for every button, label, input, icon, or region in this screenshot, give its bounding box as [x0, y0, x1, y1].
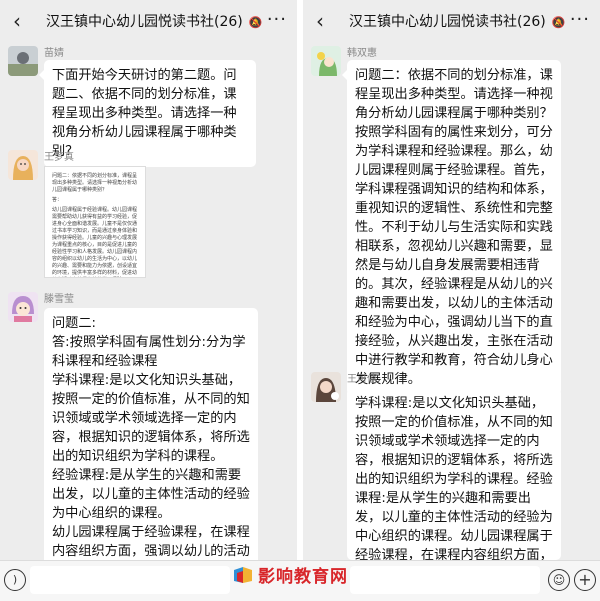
sender-name: 王可僖	[347, 374, 377, 385]
chat-header: ‹ 汉王镇中心幼儿园悦读书社(26) 🔕 ···	[0, 0, 297, 42]
message-line: 经验课程:是从学生的兴趣和需要出发，以儿童的主体性活动的经验为中心组织的课程。	[52, 468, 250, 521]
chat-title-text: 汉王镇中心幼儿园悦读书社(26)	[349, 14, 546, 30]
chat-header: ‹ 汉王镇中心幼儿园悦读书社(26) 🔕 ···	[303, 0, 600, 42]
message-text: 问题二：依据不同的划分标准，课程呈现出多种类型。请选择一种视角分析幼儿园课程属于…	[355, 68, 553, 387]
back-icon[interactable]: ‹	[6, 9, 28, 33]
message-bubble[interactable]: 下面开始今天研讨的第二题。问题二、依据不同的划分标准，课程呈现出多种类型。请选择…	[39, 60, 256, 167]
sender-name: 苗婧	[44, 48, 64, 59]
watermark-logo-icon	[234, 566, 252, 583]
chat-title: 汉王镇中心幼儿园悦读书社(26) 🔕	[46, 11, 262, 31]
message-bubble[interactable]: 问题二: 答:按照学科固有属性划分:分为学科课程和经验课程 学科课程:是以文化知…	[44, 308, 258, 560]
plus-icon[interactable]: +	[574, 569, 596, 591]
emoji-icon[interactable]: ☺	[548, 569, 570, 591]
message-text: 下面开始今天研讨的第二题。问题二、依据不同的划分标准，课程呈现出多种类型。请选择…	[52, 68, 237, 159]
avatar[interactable]	[311, 372, 341, 402]
left-chat-pane: ‹ 汉王镇中心幼儿园悦读书社(26) 🔕 ··· 苗婧 下面开始今天研讨的第二题。…	[0, 0, 297, 560]
message-bubble[interactable]: 学科课程:是以文化知识头基础，按照一定的价值标准，从不同的知识领域或学术领域选择…	[347, 388, 561, 560]
message-text: 学科课程:是以文化知识头基础，按照一定的价值标准，从不同的知识领域或学术领域选择…	[355, 396, 553, 560]
watermark: 影响教育网	[232, 562, 348, 587]
right-chat-pane: ‹ 汉王镇中心幼儿园悦读书社(26) 🔕 ··· 韩双惠 问题二：依据不同的划分标…	[303, 0, 600, 560]
chat-title: 汉王镇中心幼儿园悦读书社(26) 🔕	[349, 11, 565, 31]
watermark-text: 影响教育网	[258, 567, 348, 587]
message-line: 学科课程:是以文化知识头基础，按照一定的价值标准，从不同的知识领域或学术领域选择…	[52, 373, 250, 464]
message-image[interactable]: 问题二：依据不同的划分标准，课程呈现出多种类型。请选择一种视角分析幼儿园课程属于…	[44, 166, 146, 278]
message-input-right[interactable]	[350, 566, 540, 594]
back-icon[interactable]: ‹	[309, 9, 331, 33]
message-line: 问题二:	[52, 316, 97, 331]
image-text-question: 问题二：依据不同的划分标准，课程呈现出多种类型。请选择一种视角分析幼儿园课程属于…	[52, 173, 138, 193]
image-text-answer: 幼儿园课程属于经验课程。幼儿园课程需要帮助幼儿获得有益的学习经验，促进身心全面和…	[52, 207, 138, 276]
sender-name: 韩双惠	[347, 48, 377, 59]
message-bubble[interactable]: 问题二：依据不同的划分标准，课程呈现出多种类型。请选择一种视角分析幼儿园课程属于…	[342, 60, 561, 395]
avatar[interactable]	[8, 292, 38, 322]
message-line: 幼儿园课程属于经验课程，在课程内容组织方面，强调以幼儿的活动为中心，以幼儿的兴趣…	[52, 525, 250, 559]
voice-icon[interactable]: )	[4, 569, 26, 591]
avatar[interactable]	[8, 46, 38, 76]
message-input[interactable]	[30, 566, 230, 594]
avatar[interactable]	[311, 46, 341, 76]
more-icon[interactable]: ···	[570, 9, 590, 30]
more-icon[interactable]: ···	[267, 9, 287, 30]
chat-title-text: 汉王镇中心幼儿园悦读书社(26)	[46, 14, 243, 30]
avatar[interactable]	[8, 150, 38, 180]
bell-muted-icon: 🔕	[248, 16, 263, 29]
image-text-answer-label: 答：	[52, 197, 63, 203]
sender-name: 滕雪莹	[44, 294, 74, 305]
sender-name: 王梦真	[44, 152, 74, 163]
bell-muted-icon: 🔕	[551, 16, 566, 29]
message-line: 答:按照学科固有属性划分:分为学科课程和经验课程	[52, 335, 246, 369]
